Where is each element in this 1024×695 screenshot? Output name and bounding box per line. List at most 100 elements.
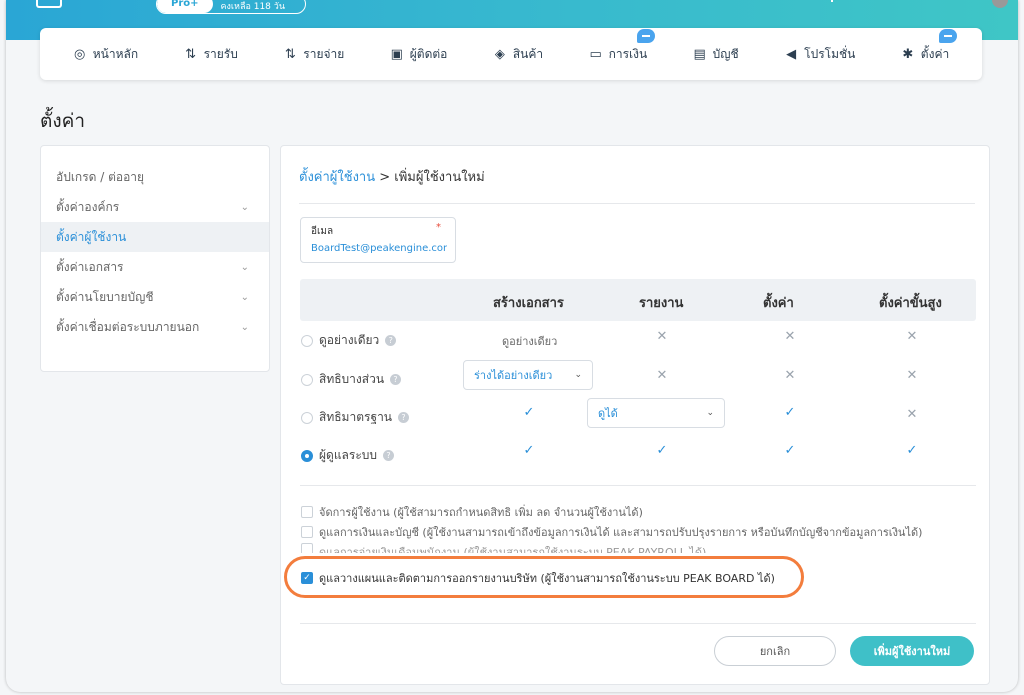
role-radio[interactable]: [301, 373, 313, 386]
nav-label: รายจ่าย: [303, 46, 345, 61]
check-icon: ✓: [784, 405, 796, 420]
notification-badge: [939, 28, 958, 43]
accounting-icon: ▤: [693, 46, 706, 62]
add-user-button[interactable]: เพิ่มผู้ใช้งานใหม่: [850, 636, 974, 666]
nav-item-6[interactable]: ▤ บัญชี: [693, 45, 739, 64]
checkbox[interactable]: ✓: [301, 572, 313, 584]
nav-item-5[interactable]: ▭ การเงิน: [589, 28, 656, 64]
sidebar-item-1[interactable]: ตั้งค่าองค์กร ⌄: [41, 192, 269, 222]
add-user-panel: ตั้งค่าผู้ใช้งาน > เพิ่มผู้ใช้งานใหม่ อี…: [280, 145, 990, 685]
role-label: สิทธิมาตรฐาน: [319, 410, 393, 424]
avatar[interactable]: [992, 0, 1008, 8]
app-logo[interactable]: [36, 0, 62, 8]
extra-permission-label: ดูแลการจ่ายเงินเดือนพนักงาน (ผู้ใช้งานสา…: [319, 546, 707, 553]
chevron-down-icon: ⌄: [240, 261, 249, 273]
extra-permission-label: จัดการผู้ใช้งาน (ผู้ใช้สามารถกำหนดสิทธิ …: [319, 506, 643, 519]
nav-label: หน้าหลัก: [92, 46, 139, 61]
extra-permission-manage-users[interactable]: จัดการผู้ใช้งาน (ผู้ใช้สามารถกำหนดสิทธิ …: [301, 503, 643, 521]
cross-icon: ✕: [656, 368, 668, 383]
top-divider-dot: [831, 0, 833, 2]
chevron-down-icon: ⌄: [240, 291, 249, 303]
gear-icon: ✱: [902, 46, 914, 62]
extra-permission-finance[interactable]: ดูแลการเงินและบัญชี (ผู้ใช้งานสามารถเข้า…: [301, 523, 922, 541]
create-docs-permission-select[interactable]: ร่างได้อย่างเดียว ⌄: [463, 360, 593, 390]
report-permission-select[interactable]: ดูได้ ⌄: [587, 398, 725, 428]
col-advanced-settings: ตั้งค่าขั้นสูง: [879, 296, 942, 311]
cancel-button[interactable]: ยกเลิก: [714, 636, 836, 666]
role-radio[interactable]: [301, 411, 313, 424]
sidebar-item-label: ตั้งค่าเอกสาร: [56, 259, 124, 274]
finance-icon: ▭: [589, 46, 602, 62]
breadcrumb-link-user-settings[interactable]: ตั้งค่าผู้ใช้งาน: [299, 170, 375, 185]
contacts-icon: ▣: [390, 46, 403, 62]
nav-item-7[interactable]: ◀ โปรโมชั่น: [784, 45, 855, 64]
nav-label: ตั้งค่า: [920, 46, 950, 61]
sidebar-item-4[interactable]: ตั้งค่านโยบายบัญชี ⌄: [41, 282, 269, 312]
view-only-text: ดูอย่างเดียว: [502, 335, 558, 348]
col-reports: รายงาน: [639, 296, 684, 311]
sidebar-item-label: ตั้งค่าองค์กร: [56, 199, 120, 214]
nav-item-4[interactable]: ◈ สินค้า: [493, 45, 543, 64]
chevron-down-icon: ⌄: [706, 408, 714, 418]
chevron-down-icon: ⌄: [240, 321, 249, 333]
checkbox[interactable]: [301, 506, 313, 518]
checkbox[interactable]: [301, 543, 313, 553]
chevron-down-icon: ⌄: [240, 201, 249, 213]
check-icon: ✓: [523, 405, 535, 420]
extra-permission-peak-board[interactable]: ✓ ดูแลวางแผนและติดตามการออกรายงานบริษัท …: [301, 569, 775, 587]
cross-icon: ✕: [784, 368, 796, 383]
sidebar-item-3[interactable]: ตั้งค่าเอกสาร ⌄: [41, 252, 269, 282]
nav-label: โปรโมชั่น: [804, 46, 856, 61]
sidebar-item-0[interactable]: อัปเกรด / ต่ออายุ: [41, 162, 269, 192]
required-mark: *: [436, 222, 441, 233]
nav-item-0[interactable]: ◎ หน้าหลัก: [73, 45, 138, 64]
nav-label: ผู้ติดต่อ: [409, 46, 448, 61]
select-value: ร่างได้อย่างเดียว: [474, 369, 553, 382]
select-value: ดูได้: [598, 407, 618, 420]
sidebar-item-label: ตั้งค่าเชื่อมต่อระบบภายนอก: [56, 319, 200, 334]
plan-indicator[interactable]: Pro+ คงเหลือ 118 วัน: [156, 0, 306, 14]
role-radio[interactable]: [301, 334, 313, 347]
sidebar-item-2[interactable]: ตั้งค่าผู้ใช้งาน: [41, 222, 269, 252]
nav-item-3[interactable]: ▣ ผู้ติดต่อ: [390, 45, 448, 64]
divider: [299, 203, 975, 204]
role-admin[interactable]: ผู้ดูแลระบบ ?: [301, 446, 395, 465]
cross-icon: ✕: [906, 329, 918, 344]
page-title: ตั้งค่า: [40, 110, 85, 132]
help-icon[interactable]: ?: [390, 374, 402, 385]
role-partial[interactable]: สิทธิบางส่วน ?: [301, 370, 402, 389]
nav-item-1[interactable]: ⇅ รายรับ: [184, 45, 238, 64]
permission-table-header: สร้างเอกสาร รายงาน ตั้งค่า ตั้งค่าขั้นสู…: [300, 279, 976, 321]
help-icon[interactable]: ?: [385, 335, 397, 346]
help-icon[interactable]: ?: [398, 412, 410, 423]
nav-label: รายรับ: [203, 46, 238, 61]
email-field[interactable]: อีเมล * BoardTest@peakengine.com: [300, 217, 456, 263]
notification-badge: [637, 28, 656, 43]
role-standard[interactable]: สิทธิมาตรฐาน ?: [301, 408, 410, 427]
expense-icon: ⇅: [284, 46, 296, 62]
role-radio[interactable]: [301, 449, 313, 462]
check-icon: ✓: [784, 443, 796, 458]
sidebar-item-label: อัปเกรด / ต่ออายุ: [56, 169, 145, 184]
role-view-only[interactable]: ดูอย่างเดียว ?: [301, 331, 397, 350]
sidebar-item-label: ตั้งค่านโยบายบัญชี: [56, 289, 154, 304]
nav-item-8[interactable]: ✱ ตั้งค่า: [901, 28, 958, 64]
divider: [300, 623, 976, 624]
dashboard-icon: ◎: [74, 46, 86, 62]
help-icon[interactable]: ?: [383, 450, 395, 461]
nav-item-2[interactable]: ⇅ รายจ่าย: [283, 45, 344, 64]
role-label: ผู้ดูแลระบบ: [319, 448, 378, 462]
product-icon: ◈: [494, 46, 505, 62]
role-label: ดูอย่างเดียว: [319, 333, 380, 347]
sidebar-item-label: ตั้งค่าผู้ใช้งาน: [56, 229, 127, 244]
plan-badge: Pro+: [157, 0, 213, 13]
income-icon: ⇅: [185, 46, 197, 62]
cross-icon: ✕: [906, 368, 918, 383]
extra-permission-payroll[interactable]: ดูแลการจ่ายเงินเดือนพนักงาน (ผู้ใช้งานสา…: [301, 543, 706, 553]
sidebar-item-5[interactable]: ตั้งค่าเชื่อมต่อระบบภายนอก ⌄: [41, 312, 269, 342]
checkbox[interactable]: [301, 526, 313, 538]
extra-permission-label: ดูแลการเงินและบัญชี (ผู้ใช้งานสามารถเข้า…: [319, 526, 923, 539]
email-value[interactable]: BoardTest@peakengine.com: [311, 243, 447, 254]
plan-remaining: คงเหลือ 118 วัน: [220, 1, 285, 12]
col-create-docs: สร้างเอกสาร: [493, 296, 564, 311]
